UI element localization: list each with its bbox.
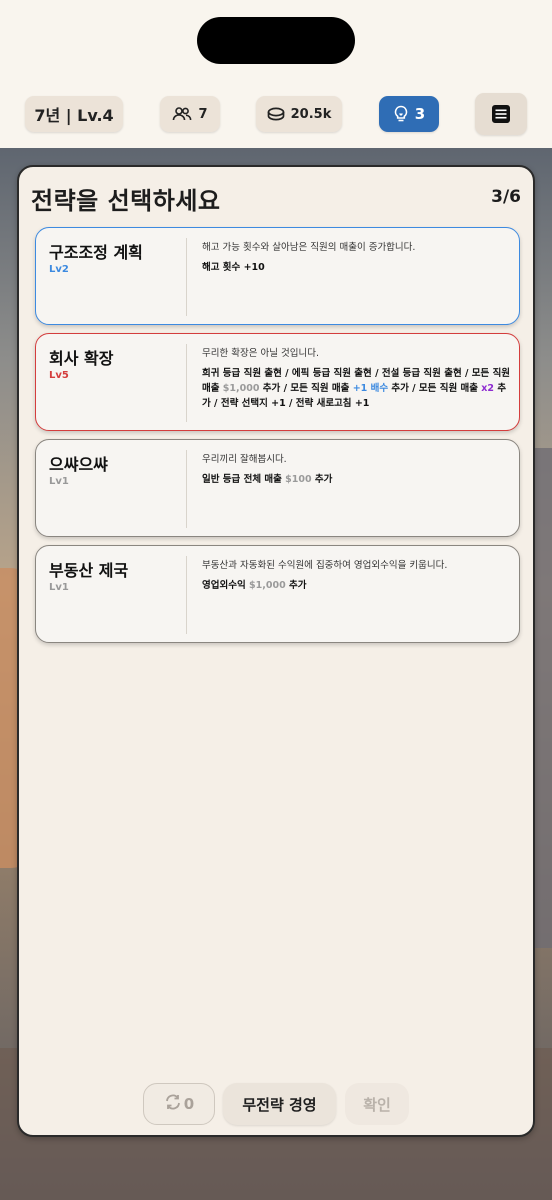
effect-text: 추가 xyxy=(311,474,333,485)
top-hud: 7년 | Lv.4 7 20.5k 3 xyxy=(0,92,552,148)
coin-icon xyxy=(267,107,285,121)
strategy-card-cheer[interactable]: 으쌰으쌰 Lv1 우리끼리 잘해봅시다. 일반 등급 전체 매출 $100 추가 xyxy=(35,439,520,537)
strategy-effect: 영업외수익 $1,000 추가 xyxy=(202,578,514,593)
effect-text: 영업외수익 xyxy=(202,580,250,591)
effect-money: $100 xyxy=(285,474,312,485)
menu-button[interactable] xyxy=(475,93,527,135)
strategy-card-real-estate[interactable]: 부동산 제국 Lv1 부동산과 자동화된 수익원에 집중하여 영업외수익을 키웁… xyxy=(35,545,520,643)
hamburger-menu-icon xyxy=(491,104,511,124)
strategy-name: 으쌰으쌰 xyxy=(49,455,108,474)
effect-money: $1,000 xyxy=(249,580,286,591)
status-bar xyxy=(0,0,552,92)
strategy-name: 회사 확장 xyxy=(49,349,114,368)
effect-multiplier: +1 배수 xyxy=(352,383,389,394)
strategy-name: 부동산 제국 xyxy=(49,561,129,580)
card-divider xyxy=(186,238,187,316)
card-divider xyxy=(186,450,187,528)
effect-money: $1,000 xyxy=(222,383,260,394)
card-divider xyxy=(186,344,187,422)
strategy-name: 구조조정 계획 xyxy=(49,243,143,262)
staff-count: 7 xyxy=(198,106,208,122)
strategy-counter: 3/6 xyxy=(491,187,521,207)
money-badge[interactable]: 20.5k xyxy=(256,96,342,132)
strategy-card-restructuring[interactable]: 구조조정 계획 Lv2 해고 가능 횟수와 살아남은 직원의 매출이 증가합니다… xyxy=(35,227,520,325)
strategy-level: Lv1 xyxy=(49,476,69,487)
effect-text: 추가 xyxy=(285,580,307,591)
strategy-description: 무리한 확장은 아닐 것입니다. xyxy=(202,348,319,359)
staff-count-badge[interactable]: 7 xyxy=(160,96,220,132)
strategy-effect: 해고 횟수 +10 xyxy=(202,262,265,273)
strategy-card-expansion[interactable]: 회사 확장 Lv5 무리한 확장은 아닐 것입니다. 희귀 등급 직원 출현 /… xyxy=(35,333,520,431)
effect-text: 일반 등급 전체 매출 xyxy=(202,474,286,485)
refresh-icon xyxy=(164,1094,182,1114)
strategy-level: Lv1 xyxy=(49,582,69,593)
no-strategy-button[interactable]: 무전략 경영 xyxy=(223,1083,336,1125)
lightbulb-icon xyxy=(393,105,409,123)
effect-text: 추가 / 모든 직원 매출 xyxy=(388,383,482,394)
strategy-description: 해고 가능 횟수와 살아남은 직원의 매출이 증가합니다. xyxy=(202,242,416,253)
effect-x2: x2 xyxy=(481,383,495,394)
refresh-count: 0 xyxy=(183,1095,195,1113)
strategy-description: 우리끼리 잘해봅시다. xyxy=(202,454,287,465)
strategy-level: Lv5 xyxy=(49,370,69,381)
people-icon xyxy=(172,107,192,121)
idea-count: 3 xyxy=(414,105,426,123)
strategy-description: 부동산과 자동화된 수익원에 집중하여 영업외수익을 키웁니다. xyxy=(202,560,448,571)
money-amount: 20.5k xyxy=(290,106,332,122)
dynamic-island xyxy=(197,17,355,64)
idea-badge[interactable]: 3 xyxy=(379,96,439,132)
strategy-effect: 희귀 등급 직원 출현 / 에픽 등급 직원 출현 / 전설 등급 직원 출현 … xyxy=(202,366,514,411)
modal-title: 전략을 선택하세요 xyxy=(31,187,221,215)
refresh-button[interactable]: 0 xyxy=(143,1083,215,1125)
card-divider xyxy=(186,556,187,634)
confirm-button[interactable]: 확인 xyxy=(345,1083,409,1125)
strategy-effect: 일반 등급 전체 매출 $100 추가 xyxy=(202,472,514,487)
year-level-badge[interactable]: 7년 | Lv.4 xyxy=(25,96,123,132)
year-level-label: 7년 | Lv.4 xyxy=(34,106,114,125)
effect-text: 추가 / 모든 직원 매출 xyxy=(259,383,353,394)
strategy-level: Lv2 xyxy=(49,264,69,275)
strategy-select-modal: 전략을 선택하세요 3/6 구조조정 계획 Lv2 해고 가능 횟수와 살아남은… xyxy=(17,165,535,1137)
